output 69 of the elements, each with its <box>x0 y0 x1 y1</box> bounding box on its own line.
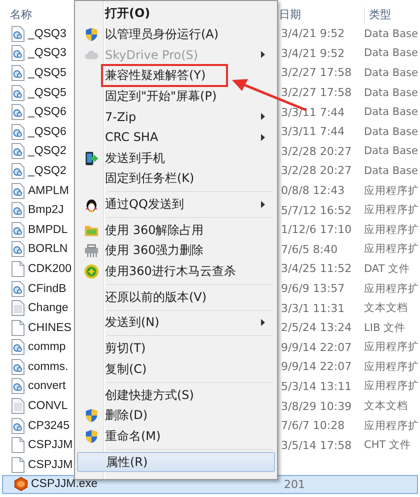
type-cell: 应用程序扩 <box>364 184 420 198</box>
date-cell-text: 9/9/14 22:07 <box>280 360 353 374</box>
date-cell-text: 3/3/11 7:44 <box>280 125 346 138</box>
type-cell: 应用程序扩 <box>364 282 420 296</box>
file-name: BMPDL <box>28 224 68 236</box>
type-cell: 应用程序扩 <box>364 379 420 394</box>
date-cell-text: 201 <box>283 478 306 491</box>
date-cell-text: 3/2/28 20:27 <box>280 144 353 158</box>
file-name: Bmp2J <box>28 204 64 216</box>
date-cell-text: 7/6/5 8:40 <box>280 242 339 256</box>
type-cell-text: 文本文档 <box>364 301 409 316</box>
file-name: CP3245 <box>28 420 70 432</box>
file-name: commp <box>28 341 66 354</box>
type-cell-text: Data Base <box>364 28 419 40</box>
file-name: _QSQ5 <box>28 66 66 79</box>
type-cell: 应用程序扩 <box>364 242 420 256</box>
file-name: AMPLM <box>28 184 69 197</box>
file-name: _QSQ6 <box>28 106 66 118</box>
file-name: comms. <box>28 360 68 373</box>
date-cell-text: 5/3/14 13:11 <box>280 380 353 393</box>
type-cell-text: Data Base <box>364 66 419 79</box>
file-name: CSPJJM <box>28 458 73 471</box>
date-cell-text: 3/8/29 10:39 <box>280 400 353 413</box>
date-cell-text: 3/3/1 11:31 <box>280 302 346 315</box>
file-name: _QSQ2 <box>28 145 66 158</box>
file-name: convert <box>28 380 66 392</box>
date-cell-text: 3/5/14 17:58 <box>280 438 353 452</box>
type-cell: 应用程序扩 <box>364 203 420 218</box>
date-cell-text: 3/2/27 17:58 <box>280 86 353 100</box>
date-cell-text: 9/6/9 13:57 <box>280 282 346 296</box>
date-cell-text: 3/4/21 9:52 <box>280 27 346 40</box>
date-cell-text: 7/6/7 10:28 <box>280 419 346 432</box>
type-cell-text: Data Base <box>364 47 419 60</box>
type-cell: 应用程序扩 <box>364 360 420 374</box>
file-name: CSPJJM <box>28 439 73 452</box>
type-cell: 应用程序扩 <box>364 418 420 433</box>
type-cell-text: Data Base <box>364 145 419 158</box>
date-cell-text: 1/12/6 17:10 <box>280 223 353 236</box>
type-cell-text: Data Base <box>364 164 419 177</box>
type-cell-text: LIB 文件 <box>364 320 406 335</box>
type-cell-text: Data Base <box>364 106 419 118</box>
type-cell-text: DAT 文件 <box>364 262 412 276</box>
type-cell: 应用程序扩 <box>364 340 420 354</box>
date-cell-text: 3/4/25 11:52 <box>280 262 353 276</box>
date-cell-text: 3/2/27 17:58 <box>280 66 353 80</box>
date-cell-text: 0/8/8 12:43 <box>280 184 346 198</box>
type-cell-text: CHT 文件 <box>364 438 412 452</box>
file-name: CSPJJM.exe <box>31 478 98 490</box>
file-name: Change <box>28 302 68 314</box>
date-cell-text: 5/7/12 16:52 <box>280 204 353 217</box>
type-cell-text: Data Base <box>364 86 419 99</box>
file-name: CDK200 <box>28 262 72 275</box>
file-name: CHINES <box>28 322 72 334</box>
file-name: CFindB <box>28 282 66 295</box>
file-name: _QSQ6 <box>28 126 66 138</box>
date-cell-text: 3/3/11 7:44 <box>280 106 346 119</box>
date-cell-text: 3/2/28 20:27 <box>280 164 353 178</box>
file-name: _QSQ5 <box>28 86 66 99</box>
date-cell-text: 2/5/24 13:24 <box>280 321 353 334</box>
file-name: BORLN <box>28 243 68 256</box>
file-name: _QSQ3 <box>28 47 66 60</box>
date-cell-text: 9/9/14 22:07 <box>280 340 353 354</box>
file-name: CONVL <box>28 400 68 412</box>
file-name: _QSQ2 <box>28 164 66 177</box>
type-cell-text: Data Base <box>364 126 419 138</box>
type-cell: 应用程序扩 <box>364 222 420 237</box>
file-name: _QSQ3 <box>28 28 66 40</box>
type-cell-text: 文本文档 <box>364 399 409 414</box>
date-cell-text: 3/4/21 9:52 <box>280 46 346 60</box>
